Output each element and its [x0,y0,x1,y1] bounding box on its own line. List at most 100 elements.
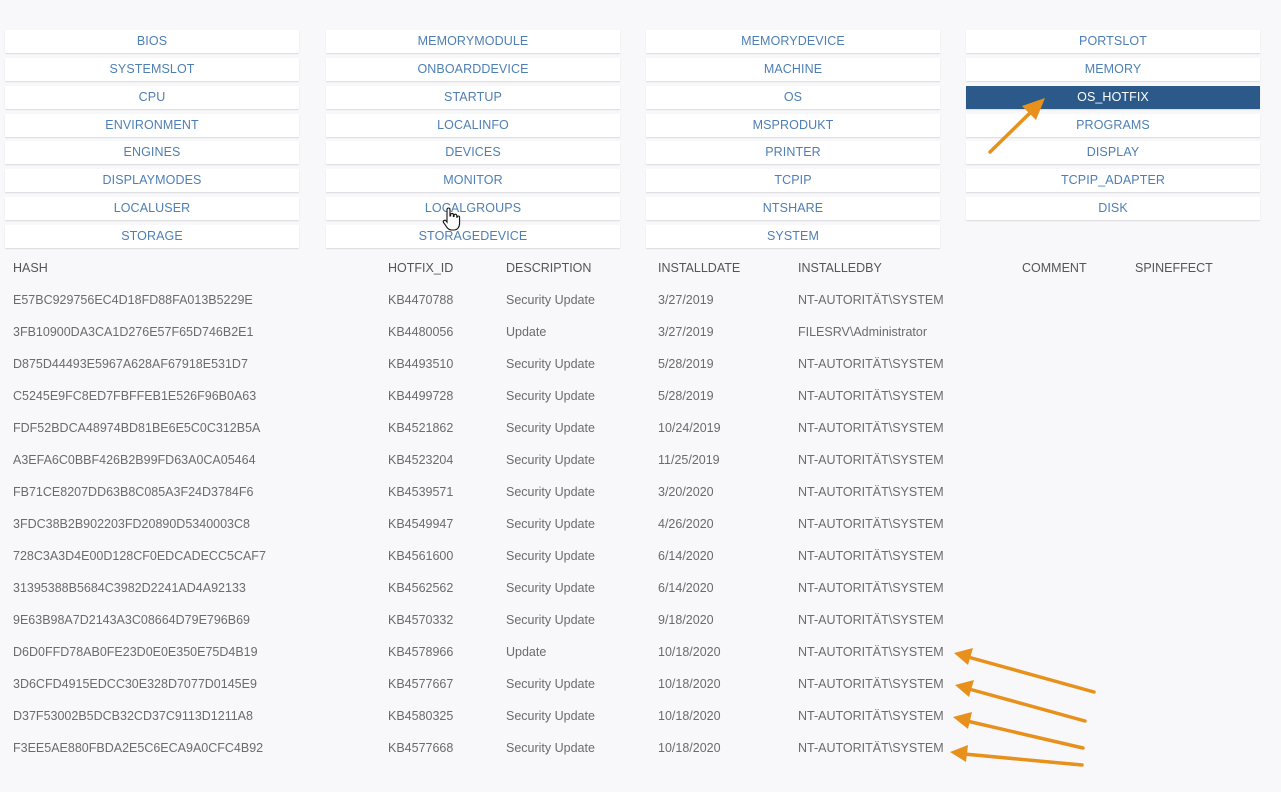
header-installdate[interactable]: INSTALLDATE [658,254,740,282]
nav-button-machine[interactable]: MACHINE [646,58,940,81]
nav-button-ntshare[interactable]: NTSHARE [646,197,940,220]
nav-button-localinfo[interactable]: LOCALINFO [326,114,620,137]
table-body: E57BC929756EC4D18FD88FA013B5229E KB447078… [0,282,1281,762]
nav-button-memorydevice[interactable]: MEMORYDEVICE [646,30,940,53]
cell-hotfix-id: KB4523204 [388,453,454,467]
table-header-row: HASH HOTFIX_ID DESCRIPTION INSTALLDATE I… [0,254,1281,282]
cell-hash: 3FB10900DA3CA1D276E57F65D746B2E1 [13,325,254,339]
header-hotfix-id[interactable]: HOTFIX_ID [388,254,453,282]
table-row[interactable]: E57BC929756EC4D18FD88FA013B5229E KB447078… [0,282,1281,314]
nav-button-disk[interactable]: DISK [966,197,1260,220]
nav-button-storage[interactable]: STORAGE [5,225,299,248]
header-description[interactable]: DESCRIPTION [506,254,591,282]
table-row[interactable]: 3D6CFD4915EDCC30E328D7077D0145E9 KB457766… [0,666,1281,698]
table-row[interactable]: 728C3A3D4E00D128CF0EDCADECC5CAF7 KB456160… [0,538,1281,570]
cell-installdate: 3/20/2020 [658,485,714,499]
table-row[interactable]: D37F53002B5DCB32CD37C9113D1211A8 KB458032… [0,698,1281,730]
cell-description: Security Update [506,453,595,467]
nav-button-memory[interactable]: MEMORY [966,58,1260,81]
header-hash[interactable]: HASH [13,254,48,282]
table-row[interactable]: C5245E9FC8ED7FBFFEB1E526F96B0A63 KB449972… [0,378,1281,410]
nav-button-programs[interactable]: PROGRAMS [966,114,1260,137]
nav-button-memorymodule[interactable]: MEMORYMODULE [326,30,620,53]
cell-installdate: 3/27/2019 [658,293,714,307]
nav-button-tcpip-adapter[interactable]: TCPIP_ADAPTER [966,169,1260,192]
table-row[interactable]: D875D44493E5967A628AF67918E531D7 KB449351… [0,346,1281,378]
cell-description: Security Update [506,741,595,755]
cell-hotfix-id: KB4577667 [388,677,454,691]
table-row[interactable]: FB71CE8207DD63B8C085A3F24D3784F6 KB453957… [0,474,1281,506]
cell-hotfix-id: KB4570332 [388,613,454,627]
cell-hash: 3FDC38B2B902203FD20890D5340003C8 [13,517,250,531]
cell-installedby: NT-AUTORITÄT\SYSTEM [798,293,944,307]
cell-installedby: NT-AUTORITÄT\SYSTEM [798,709,944,723]
cell-description: Security Update [506,613,595,627]
nav-button-devices[interactable]: DEVICES [326,141,620,164]
cell-installedby: NT-AUTORITÄT\SYSTEM [798,517,944,531]
hotfix-table: HASH HOTFIX_ID DESCRIPTION INSTALLDATE I… [0,254,1281,762]
cell-installdate: 9/18/2020 [658,613,714,627]
cell-description: Security Update [506,389,595,403]
table-row[interactable]: FDF52BDCA48974BD81BE6E5C0C312B5A KB452186… [0,410,1281,442]
cell-installedby: NT-AUTORITÄT\SYSTEM [798,389,944,403]
nav-button-localuser[interactable]: LOCALUSER [5,197,299,220]
header-installedby[interactable]: INSTALLEDBY [798,254,882,282]
table-row[interactable]: A3EFA6C0BBF426B2B99FD63A0CA05464 KB452320… [0,442,1281,474]
cell-hotfix-id: KB4470788 [388,293,454,307]
nav-button-bios[interactable]: BIOS [5,30,299,53]
cell-description: Security Update [506,709,595,723]
cell-hash: 728C3A3D4E00D128CF0EDCADECC5CAF7 [13,549,266,563]
cell-hotfix-id: KB4499728 [388,389,454,403]
cell-description: Update [506,325,547,339]
nav-button-system[interactable]: SYSTEM [646,225,940,248]
cell-hash: 3D6CFD4915EDCC30E328D7077D0145E9 [13,677,257,691]
cell-installedby: NT-AUTORITÄT\SYSTEM [798,357,944,371]
cell-description: Security Update [506,581,595,595]
cell-hash: D6D0FFD78AB0FE23D0E0E350E75D4B19 [13,645,258,659]
cell-installedby: NT-AUTORITÄT\SYSTEM [798,421,944,435]
cell-hash: FDF52BDCA48974BD81BE6E5C0C312B5A [13,421,261,435]
cell-hash: D875D44493E5967A628AF67918E531D7 [13,357,248,371]
table-row[interactable]: 9E63B98A7D2143A3C08664D79E796B69 KB457033… [0,602,1281,634]
cell-description: Security Update [506,293,595,307]
category-button-grid: BIOS SYSTEMSLOT CPU ENVIRONMENT ENGINES … [5,30,1260,248]
cell-description: Security Update [506,517,595,531]
nav-button-tcpip[interactable]: TCPIP [646,169,940,192]
nav-button-cpu[interactable]: CPU [5,86,299,109]
table-row[interactable]: 3FDC38B2B902203FD20890D5340003C8 KB454994… [0,506,1281,538]
nav-button-onboarddevice[interactable]: ONBOARDDEVICE [326,58,620,81]
nav-button-engines[interactable]: ENGINES [5,141,299,164]
table-row[interactable]: F3EE5AE880FBDA2E5C6ECA9A0CFC4B92 KB457766… [0,730,1281,762]
cell-hotfix-id: KB4578966 [388,645,454,659]
cell-installedby: NT-AUTORITÄT\SYSTEM [798,549,944,563]
header-spineffect[interactable]: SPINEFFECT [1135,254,1213,282]
nav-button-monitor[interactable]: MONITOR [326,169,620,192]
table-row[interactable]: 31395388B5684C3982D2241AD4A92133 KB456256… [0,570,1281,602]
nav-button-portslot[interactable]: PORTSLOT [966,30,1260,53]
cell-hotfix-id: KB4480056 [388,325,454,339]
nav-button-os[interactable]: OS [646,86,940,109]
table-row[interactable]: 3FB10900DA3CA1D276E57F65D746B2E1 KB448005… [0,314,1281,346]
nav-button-storagedevice[interactable]: STORAGEDEVICE [326,225,620,248]
nav-button-msprodukt[interactable]: MSPRODUKT [646,114,940,137]
cell-hash: A3EFA6C0BBF426B2B99FD63A0CA05464 [13,453,256,467]
cell-installedby: NT-AUTORITÄT\SYSTEM [798,677,944,691]
nav-button-environment[interactable]: ENVIRONMENT [5,114,299,137]
nav-button-localgroups[interactable]: LOCALGROUPS [326,197,620,220]
cell-hotfix-id: KB4562562 [388,581,454,595]
cell-installdate: 10/18/2020 [658,709,721,723]
cell-installdate: 3/27/2019 [658,325,714,339]
cell-hash: F3EE5AE880FBDA2E5C6ECA9A0CFC4B92 [13,741,264,755]
nav-button-displaymodes[interactable]: DISPLAYMODES [5,169,299,192]
table-row[interactable]: D6D0FFD78AB0FE23D0E0E350E75D4B19 KB457896… [0,634,1281,666]
nav-button-os-hotfix[interactable]: OS_HOTFIX [966,86,1260,109]
cell-hotfix-id: KB4561600 [388,549,454,563]
cell-hash: FB71CE8207DD63B8C085A3F24D3784F6 [13,485,254,499]
nav-button-display[interactable]: DISPLAY [966,141,1260,164]
nav-button-printer[interactable]: PRINTER [646,141,940,164]
cell-installedby: NT-AUTORITÄT\SYSTEM [798,613,944,627]
nav-button-systemslot[interactable]: SYSTEMSLOT [5,58,299,81]
header-comment[interactable]: COMMENT [1022,254,1087,282]
cell-installedby: NT-AUTORITÄT\SYSTEM [798,581,944,595]
nav-button-startup[interactable]: STARTUP [326,86,620,109]
